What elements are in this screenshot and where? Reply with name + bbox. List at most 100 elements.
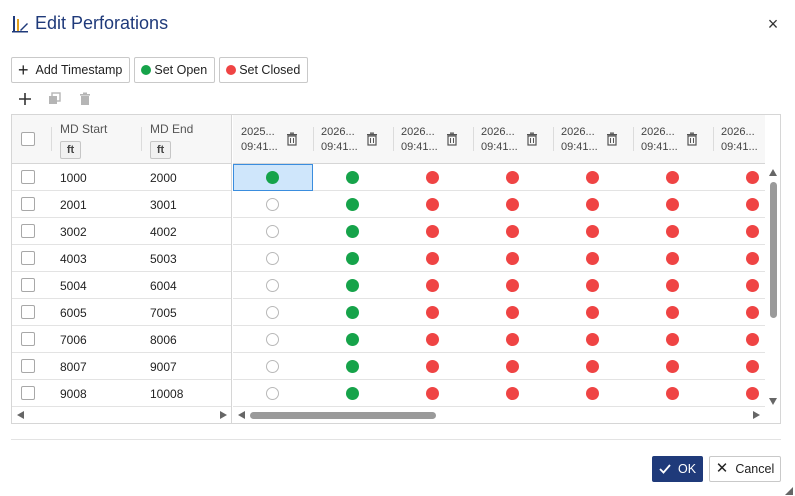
trash-icon[interactable] [286,132,298,146]
md-end-cell[interactable]: 7005 [150,306,177,320]
perforation-state-cell[interactable] [393,272,473,299]
md-start-cell[interactable]: 4003 [60,252,87,266]
perforation-state-cell[interactable] [233,245,313,272]
table-row[interactable]: 9008 10008 [12,380,231,407]
perforation-state-cell[interactable] [313,326,393,353]
perforation-state-cell[interactable] [393,218,473,245]
timestamp-column-header[interactable]: 2025... 09:41... [233,115,313,164]
table-row[interactable] [233,272,765,299]
perforation-state-cell[interactable] [553,353,633,380]
perforation-state-cell[interactable] [633,245,713,272]
table-row[interactable]: 6005 7005 [12,299,231,326]
perforation-state-cell[interactable] [633,353,713,380]
table-row[interactable] [233,299,765,326]
perforation-state-cell[interactable] [233,164,313,191]
timestamp-column-header[interactable]: 2026... 09:41... [313,115,393,164]
trash-icon[interactable] [366,132,378,146]
cancel-button[interactable]: ✕ Cancel [709,456,781,482]
perforation-state-cell[interactable] [393,191,473,218]
perforation-state-cell[interactable] [713,326,765,353]
scroll-up-icon[interactable] [769,169,777,176]
scroll-left-icon[interactable] [238,411,245,419]
table-row[interactable] [233,218,765,245]
trash-icon[interactable] [686,132,698,146]
perforation-state-cell[interactable] [713,353,765,380]
perforation-state-cell[interactable] [713,164,765,191]
table-row[interactable]: 8007 9007 [12,353,231,380]
table-row[interactable]: 7006 8006 [12,326,231,353]
perforation-state-cell[interactable] [633,326,713,353]
perforation-state-cell[interactable] [553,272,633,299]
row-checkbox[interactable] [21,359,35,373]
vertical-scrollbar[interactable] [766,164,780,408]
scroll-down-icon[interactable] [769,398,777,405]
add-row-icon[interactable] [17,91,33,107]
column-header-md-end[interactable]: MD End ft [142,115,231,164]
md-end-cell[interactable]: 10008 [150,387,183,401]
row-checkbox[interactable] [21,332,35,346]
md-end-cell[interactable]: 5003 [150,252,177,266]
horizontal-scroll-thumb[interactable] [250,412,436,419]
perforation-state-cell[interactable] [393,245,473,272]
trash-icon[interactable] [446,132,458,146]
perforation-state-cell[interactable] [313,299,393,326]
md-start-cell[interactable]: 1000 [60,171,87,185]
md-end-cell[interactable]: 6004 [150,279,177,293]
perforation-state-cell[interactable] [473,326,553,353]
scroll-right-icon[interactable] [753,411,760,419]
row-checkbox[interactable] [21,305,35,319]
perforation-state-cell[interactable] [553,245,633,272]
perforation-state-cell[interactable] [633,191,713,218]
perforation-state-cell[interactable] [473,272,553,299]
perforation-state-cell[interactable] [633,299,713,326]
scroll-left-icon[interactable] [17,411,24,419]
perforation-state-cell[interactable] [553,326,633,353]
timestamp-column-header[interactable]: 2026... 09:41... [713,115,765,164]
perforation-state-cell[interactable] [233,272,313,299]
perforation-state-cell[interactable] [713,380,765,407]
trash-icon[interactable] [606,132,618,146]
md-start-cell[interactable]: 3002 [60,225,87,239]
row-checkbox[interactable] [21,197,35,211]
perforation-state-cell[interactable] [473,218,553,245]
table-row[interactable] [233,245,765,272]
delete-icon[interactable] [77,91,93,107]
perforation-state-cell[interactable] [393,326,473,353]
timestamp-column-header[interactable]: 2026... 09:41... [473,115,553,164]
perforation-state-cell[interactable] [313,218,393,245]
table-row[interactable]: 2001 3001 [12,191,231,218]
row-checkbox[interactable] [21,251,35,265]
horizontal-scrollbar[interactable] [233,408,765,423]
perforation-state-cell[interactable] [633,218,713,245]
perforation-state-cell[interactable] [553,191,633,218]
table-row[interactable]: 4003 5003 [12,245,231,272]
set-open-button[interactable]: Set Open [134,57,216,83]
ok-button[interactable]: OK [652,456,703,482]
perforation-state-cell[interactable] [313,272,393,299]
table-row[interactable]: 5004 6004 [12,272,231,299]
frozen-horizontal-scrollbar[interactable] [12,408,232,423]
column-header-md-start[interactable]: MD Start ft [52,115,142,164]
perforation-state-cell[interactable] [393,353,473,380]
set-closed-button[interactable]: Set Closed [219,57,309,83]
md-start-cell[interactable]: 8007 [60,360,87,374]
perforation-state-cell[interactable] [553,299,633,326]
timestamp-column-header[interactable]: 2026... 09:41... [553,115,633,164]
md-start-cell[interactable]: 6005 [60,306,87,320]
perforation-state-cell[interactable] [313,245,393,272]
perforation-state-cell[interactable] [473,245,553,272]
perforation-state-cell[interactable] [713,272,765,299]
resize-grip-icon[interactable] [783,484,793,495]
row-checkbox[interactable] [21,386,35,400]
perforation-state-cell[interactable] [633,272,713,299]
table-row[interactable] [233,164,765,191]
perforation-state-cell[interactable] [713,218,765,245]
perforation-state-cell[interactable] [393,299,473,326]
md-end-unit-badge[interactable]: ft [150,141,171,159]
perforation-state-cell[interactable] [473,299,553,326]
trash-icon[interactable] [526,132,538,146]
table-row[interactable] [233,326,765,353]
md-start-cell[interactable]: 7006 [60,333,87,347]
row-checkbox[interactable] [21,278,35,292]
perforation-state-cell[interactable] [313,191,393,218]
